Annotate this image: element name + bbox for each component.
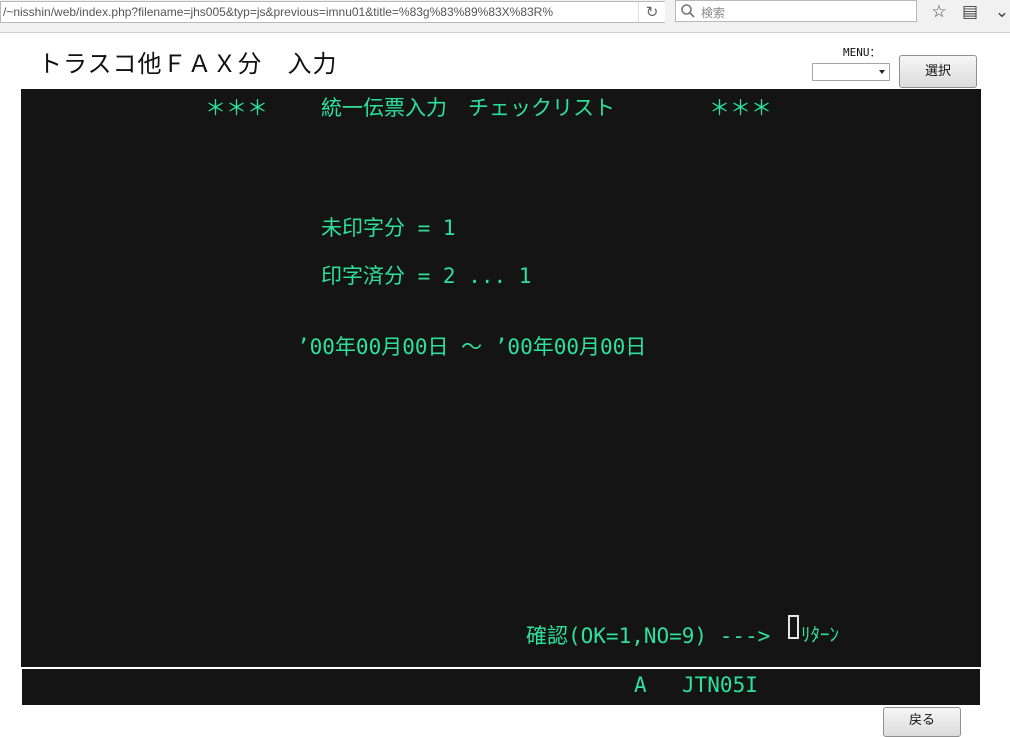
back-button[interactable]: 戻る	[883, 707, 961, 737]
search-box[interactable]: 検索	[675, 0, 917, 22]
chevron-down-icon	[879, 70, 885, 74]
heading-stars-right: ＊＊＊	[709, 96, 772, 120]
bookmarks-list-icon[interactable]: ▤	[958, 1, 982, 23]
return-label: ﾘﾀｰﾝ	[801, 624, 840, 646]
date-range: ’00年00月00日 ～ ’00年00月00日	[297, 335, 647, 359]
menu-label: MENU：	[843, 46, 881, 59]
terminal-screen	[21, 89, 981, 667]
option-printed: 印字済分 = 2 ... 1	[321, 264, 532, 288]
menu-select[interactable]	[812, 63, 890, 81]
confirm-prompt: 確認(OK=1,NO=9) --->	[526, 624, 771, 648]
screen-heading: 統一伝票入力 チェックリスト	[321, 96, 615, 120]
pocket-icon[interactable]: ⌄	[990, 1, 1010, 23]
bookmark-star-icon[interactable]: ☆	[927, 1, 951, 23]
option-unprinted: 未印字分 = 1	[321, 216, 456, 240]
select-button[interactable]: 選択	[899, 55, 977, 88]
address-bar[interactable]: /~nisshin/web/index.php?filename=jhs005&…	[0, 1, 665, 23]
screen-id: JTN05I	[682, 673, 758, 697]
confirm-input[interactable]	[788, 615, 799, 639]
search-placeholder: 検索	[701, 6, 726, 20]
browser-toolbar: /~nisshin/web/index.php?filename=jhs005&…	[0, 0, 1010, 33]
reload-icon[interactable]: ↻	[638, 2, 665, 22]
heading-stars-left: ＊＊＊	[205, 96, 268, 120]
status-mode: A	[634, 673, 647, 697]
search-icon	[681, 4, 695, 18]
page-title: トラスコ他ＦＡＸ分 入力	[38, 50, 338, 78]
status-bar	[22, 669, 980, 705]
